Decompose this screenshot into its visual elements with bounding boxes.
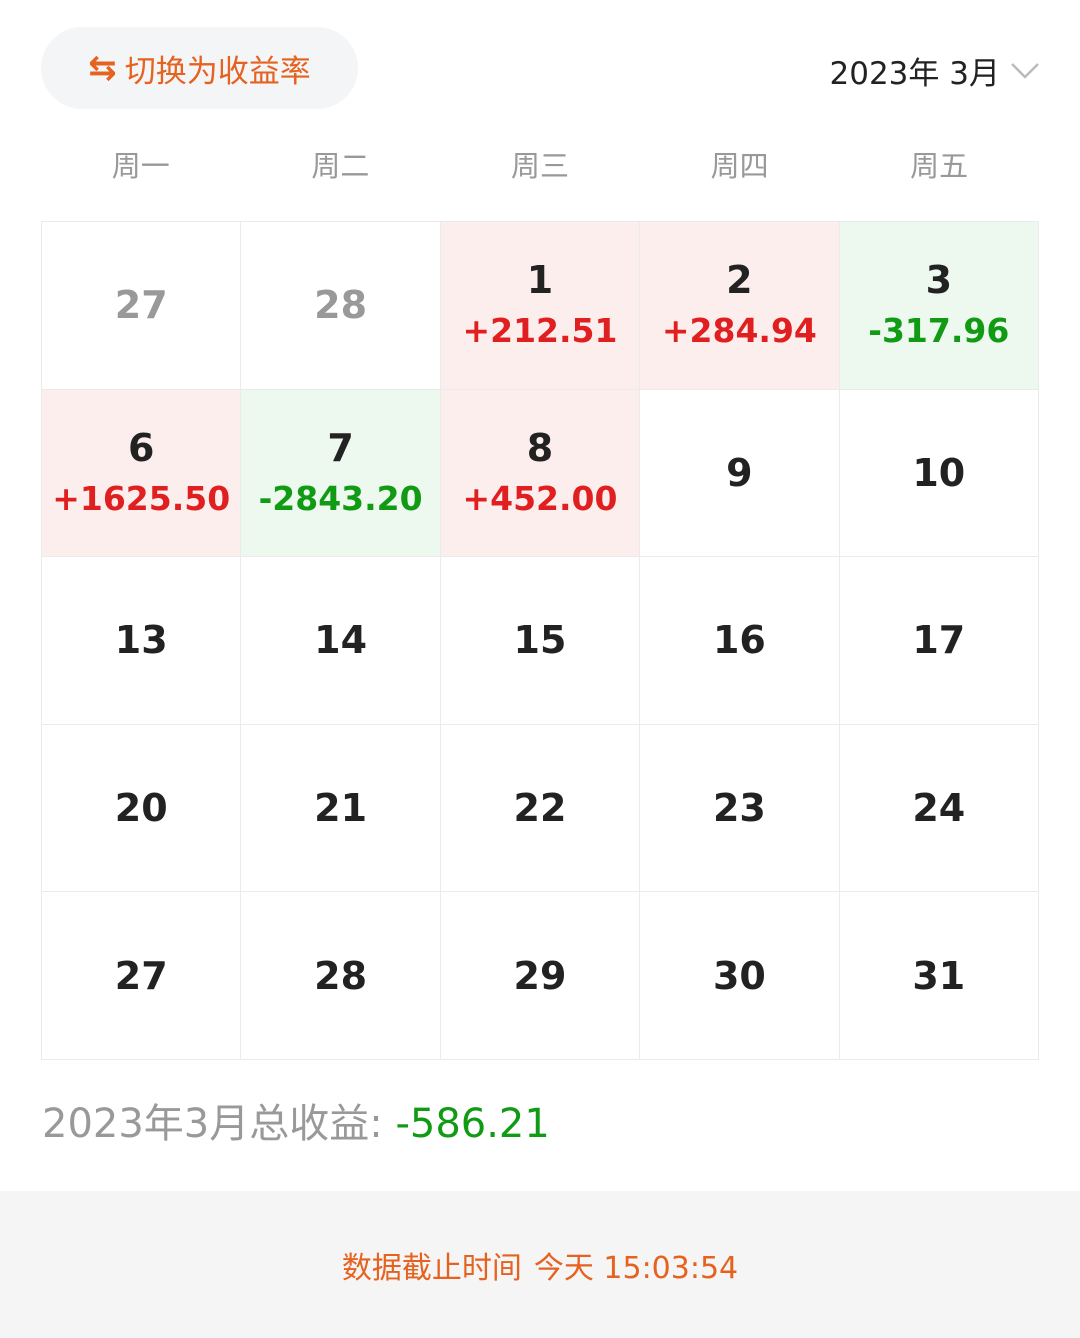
day-profit-value: -317.96 xyxy=(868,311,1010,351)
day-number: 17 xyxy=(912,618,966,663)
day-number: 2 xyxy=(726,258,753,303)
day-number: 16 xyxy=(712,618,766,663)
day-number: 7 xyxy=(327,425,354,470)
summary-total-value: -586.21 xyxy=(395,1101,550,1147)
day-number: 1 xyxy=(526,258,554,303)
day-number: 14 xyxy=(314,618,368,663)
day-profit-value: +1625.50 xyxy=(52,478,231,518)
calendar-day-cell[interactable]: 30 xyxy=(640,892,840,1060)
cutoff-timestamp: 今天 15:03:54 xyxy=(533,1250,739,1286)
toggle-yield-rate-button[interactable]: ⇆ 切换为收益率 xyxy=(41,27,358,109)
swap-arrows-icon: ⇆ xyxy=(88,48,117,88)
chevron-down-icon xyxy=(1011,62,1039,79)
calendar-day-cell[interactable]: 22 xyxy=(440,724,641,893)
day-profit-value: +452.00 xyxy=(462,478,618,518)
day-number: 23 xyxy=(712,786,766,831)
calendar-day-cell[interactable]: 6 +1625.50 xyxy=(42,389,242,558)
day-number: 29 xyxy=(513,953,567,998)
calendar-day-cell[interactable]: 28 xyxy=(241,892,441,1060)
calendar-day-cell[interactable]: 16 xyxy=(640,557,840,725)
day-number: 10 xyxy=(912,450,966,495)
calendar-day-cell[interactable]: 3 -317.96 xyxy=(839,222,1039,390)
summary-label: 2023年3月总收益: xyxy=(42,1101,396,1147)
day-number: 22 xyxy=(513,786,567,831)
day-number: 21 xyxy=(314,786,368,831)
calendar-day-cell[interactable]: 10 xyxy=(839,389,1039,558)
day-number: 27 xyxy=(114,953,168,998)
weekday-label: 周三 xyxy=(510,149,569,183)
day-number: 30 xyxy=(712,953,766,998)
day-number: 28 xyxy=(314,283,368,328)
calendar-day-cell[interactable]: 2 +284.94 xyxy=(640,222,840,390)
day-number: 13 xyxy=(114,618,168,663)
weekday-label: 周二 xyxy=(311,149,370,183)
calendar-day-cell[interactable]: 13 xyxy=(42,557,242,725)
calendar-day-cell[interactable]: 27 xyxy=(42,222,242,390)
weekday-label: 周四 xyxy=(710,149,769,183)
calendar-day-cell[interactable]: 14 xyxy=(241,557,441,725)
calendar-day-cell[interactable]: 31 xyxy=(839,892,1039,1060)
calendar-day-cell[interactable]: 9 xyxy=(640,389,840,558)
calendar-day-cell[interactable]: 23 xyxy=(640,724,840,893)
day-number: 8 xyxy=(526,425,554,470)
month-label: 2023年 3月 xyxy=(829,56,1000,92)
day-number: 20 xyxy=(114,786,168,831)
toggle-label: 切换为收益率 xyxy=(124,53,311,90)
day-number: 3 xyxy=(925,258,953,303)
weekday-label: 周五 xyxy=(910,149,969,183)
day-number: 6 xyxy=(127,425,155,470)
data-cutoff-footer: 数据截止时间 今天 15:03:54 xyxy=(0,1191,1080,1338)
cutoff-label: 数据截止时间 xyxy=(341,1250,522,1286)
day-number: 24 xyxy=(912,786,966,831)
month-picker[interactable]: 2023年 3月 xyxy=(830,48,1040,93)
calendar-day-cell[interactable]: 1 +212.51 xyxy=(440,222,641,390)
calendar-day-cell[interactable]: 15 xyxy=(440,557,641,725)
day-number: 9 xyxy=(726,450,753,495)
calendar-day-cell[interactable]: 21 xyxy=(241,724,441,893)
monthly-total-summary: 2023年3月总收益: -586.21 xyxy=(42,1098,550,1150)
weekday-header: 周一 周二 周三 周四 周五 xyxy=(41,138,1039,194)
day-number: 15 xyxy=(513,618,567,663)
day-profit-value: +284.94 xyxy=(661,311,817,351)
calendar-day-cell[interactable]: 28 xyxy=(241,222,441,390)
calendar-day-cell[interactable]: 8 +452.00 xyxy=(440,389,641,558)
day-number: 27 xyxy=(114,283,168,328)
calendar-day-cell[interactable]: 29 xyxy=(440,892,641,1060)
weekday-label: 周一 xyxy=(111,149,170,183)
day-profit-value: -2843.20 xyxy=(258,478,423,518)
calendar-day-cell[interactable]: 20 xyxy=(42,724,242,893)
calendar-grid: 27 28 1 +212.51 2 +284.94 3 -317.96 6 +1625.50 7 -2… xyxy=(41,221,1039,1060)
day-number: 31 xyxy=(912,953,966,998)
calendar-day-cell[interactable]: 27 xyxy=(42,892,242,1060)
day-profit-value: +212.51 xyxy=(462,311,618,351)
calendar-day-cell[interactable]: 24 xyxy=(839,724,1039,893)
calendar-day-cell[interactable]: 7 -2843.20 xyxy=(241,389,441,558)
calendar-day-cell[interactable]: 17 xyxy=(839,557,1039,725)
day-number: 28 xyxy=(314,953,368,998)
